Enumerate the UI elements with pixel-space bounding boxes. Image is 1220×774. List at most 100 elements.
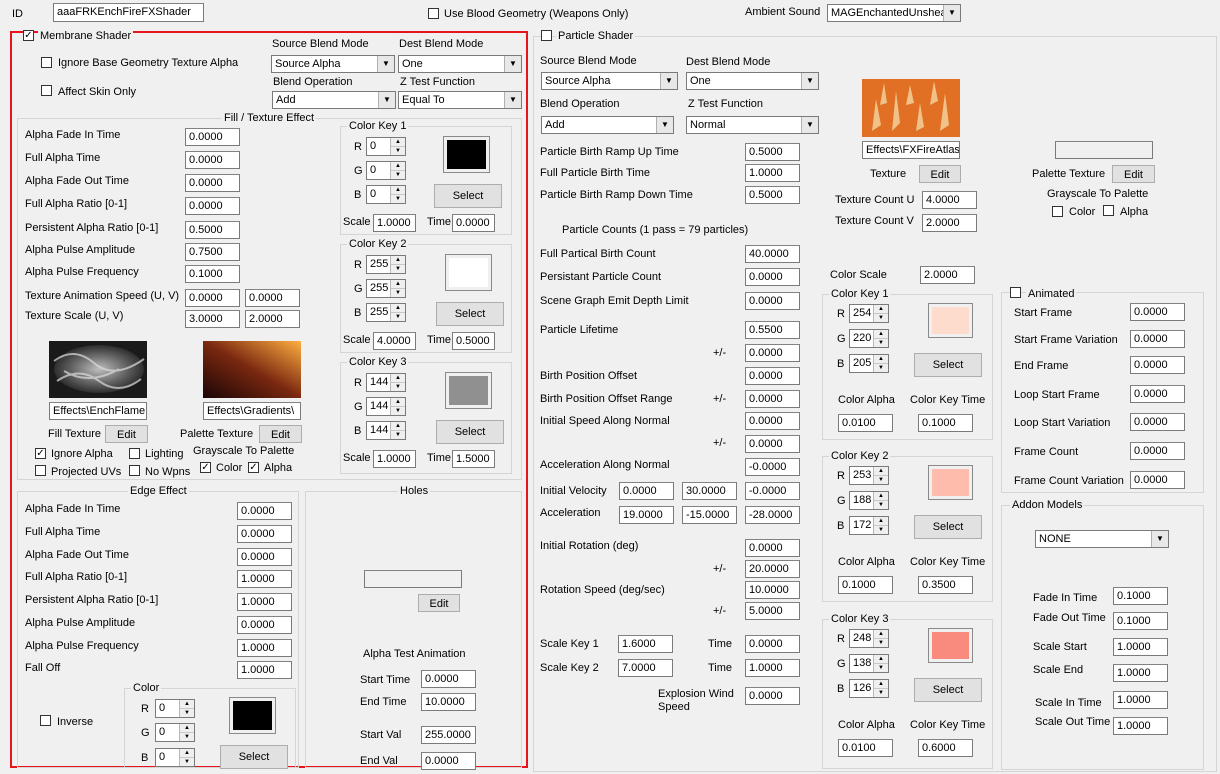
membrane-color-swatch[interactable] (443, 136, 490, 173)
edge-b-spinner[interactable]: 0 ▲ ▼ (155, 748, 195, 767)
addon-row-input[interactable]: 1.0000 (1113, 717, 1168, 735)
membrane-key-r-spinner-arrows[interactable]: ▲ ▼ (390, 256, 405, 273)
membrane-key-time-input[interactable]: 0.5000 (452, 332, 495, 350)
spin-down-icon[interactable]: ▼ (391, 264, 405, 273)
init-speed-input[interactable]: 0.0000 (745, 412, 800, 430)
particle-color-swatch[interactable] (928, 303, 973, 338)
fill-row-input[interactable]: 0.0000 (185, 128, 240, 146)
spin-down-icon[interactable]: ▼ (874, 525, 888, 534)
spin-down-icon[interactable]: ▼ (391, 312, 405, 321)
rotation-speed-input[interactable]: 10.0000 (745, 581, 800, 599)
membrane-key-g-spinner-arrows[interactable]: ▲ ▼ (390, 398, 405, 415)
spin-up-icon[interactable]: ▲ (874, 305, 888, 313)
membrane-key-g-spinner-arrows[interactable]: ▲ ▼ (390, 280, 405, 297)
spin-down-icon[interactable]: ▼ (874, 638, 888, 647)
spin-down-icon[interactable]: ▼ (391, 194, 405, 203)
no-wpns-checkbox[interactable] (129, 465, 140, 476)
fill-texture-edit-button[interactable]: Edit (105, 425, 148, 443)
membrane-key-g-spinner[interactable]: 255 ▲ ▼ (366, 279, 406, 298)
particle-key-r-spinner[interactable]: 253 ▲ ▼ (849, 466, 889, 485)
spin-up-icon[interactable]: ▲ (874, 355, 888, 363)
particle-key-r-spinner[interactable]: 248 ▲ ▼ (849, 629, 889, 648)
membrane-key-scale-input[interactable]: 4.0000 (373, 332, 416, 350)
edge-row-input[interactable]: 1.0000 (237, 661, 292, 679)
membrane-color-select-button[interactable]: Select (434, 184, 502, 208)
count-row-input[interactable]: 0.5500 (745, 321, 800, 339)
spin-up-icon[interactable]: ▲ (874, 492, 888, 500)
addon-row-input[interactable]: 1.0000 (1113, 638, 1168, 656)
holes-start-val-input[interactable]: 255.0000 (421, 726, 476, 744)
id-input[interactable]: aaaFRKEnchFireFXShader (53, 3, 204, 22)
particle-key-b-spinner[interactable]: 205 ▲ ▼ (849, 354, 889, 373)
palette-texture-edit-button[interactable]: Edit (259, 425, 302, 443)
particle-texture-edit-button[interactable]: Edit (919, 165, 961, 183)
spin-up-icon[interactable]: ▲ (391, 304, 405, 312)
membrane-key-scale-input[interactable]: 1.0000 (373, 214, 416, 232)
p-grayscale-color-checkbox[interactable] (1052, 206, 1063, 217)
birth-row-input[interactable]: 0.5000 (745, 186, 800, 204)
fill-row-input[interactable]: 0.1000 (185, 265, 240, 283)
p-blend-op-select[interactable]: Add ▼ (541, 116, 674, 134)
count-row-input[interactable]: 0.0000 (745, 292, 800, 310)
p-palette-texture-edit-button[interactable]: Edit (1112, 165, 1155, 183)
color-scale-input[interactable]: 2.0000 (920, 266, 975, 284)
spin-up-icon[interactable]: ▲ (391, 138, 405, 146)
fill-row-input[interactable]: 0.7500 (185, 243, 240, 261)
accel-z-input[interactable]: -28.0000 (745, 506, 800, 524)
grayscale-color-checkbox[interactable]: ✓ (200, 462, 211, 473)
spin-up-icon[interactable]: ▲ (874, 330, 888, 338)
holes-start-time-input[interactable]: 0.0000 (421, 670, 476, 688)
spin-down-icon[interactable]: ▼ (874, 475, 888, 484)
addon-row-input[interactable]: 1.0000 (1113, 691, 1168, 709)
anim-speed-u-input[interactable]: 0.0000 (185, 289, 240, 307)
membrane-key-r-spinner-arrows[interactable]: ▲ ▼ (390, 138, 405, 155)
particle-shader-checkbox[interactable] (541, 30, 552, 41)
spin-down-icon[interactable]: ▼ (874, 363, 888, 372)
animated-row-input[interactable]: 0.0000 (1130, 413, 1185, 431)
init-rotation-pm-input[interactable]: 20.0000 (745, 560, 800, 578)
inverse-checkbox[interactable] (40, 715, 51, 726)
accel-normal-input[interactable]: -0.0000 (745, 458, 800, 476)
holes-edit-button[interactable]: Edit (418, 594, 460, 612)
birth-row-input[interactable]: 0.5000 (745, 143, 800, 161)
particle-key-g-spinner[interactable]: 220 ▲ ▼ (849, 329, 889, 348)
membrane-key-r-spinner-arrows[interactable]: ▲ ▼ (390, 374, 405, 391)
animated-row-input[interactable]: 0.0000 (1130, 330, 1185, 348)
spin-up-icon[interactable]: ▲ (874, 655, 888, 663)
animated-row-input[interactable]: 0.0000 (1130, 385, 1185, 403)
count-row-input[interactable]: 0.0000 (745, 268, 800, 286)
p-src-blend-select[interactable]: Source Alpha ▼ (541, 72, 678, 90)
particle-key-b-spinner-arrows[interactable]: ▲ ▼ (873, 517, 888, 534)
init-velocity-y-input[interactable]: 30.0000 (682, 482, 737, 500)
accel-y-input[interactable]: -15.0000 (682, 506, 737, 524)
edge-row-input[interactable]: 1.0000 (237, 639, 292, 657)
ignore-base-alpha-checkbox[interactable] (41, 57, 52, 68)
membrane-color-select-button[interactable]: Select (436, 302, 504, 326)
membrane-key-g-spinner[interactable]: 144 ▲ ▼ (366, 397, 406, 416)
spin-up-icon[interactable]: ▲ (391, 186, 405, 194)
spin-down-icon[interactable]: ▼ (874, 338, 888, 347)
edge-color-swatch[interactable] (229, 697, 276, 734)
particle-color-select-button[interactable]: Select (914, 678, 982, 702)
tex-count-u-input[interactable]: 4.0000 (922, 191, 977, 209)
p-grayscale-alpha-checkbox[interactable] (1103, 205, 1114, 216)
explosion-wind-input[interactable]: 0.0000 (745, 687, 800, 705)
edge-row-input[interactable]: 0.0000 (237, 525, 292, 543)
lighting-checkbox[interactable] (129, 448, 140, 459)
animated-checkbox[interactable] (1010, 287, 1021, 298)
init-velocity-x-input[interactable]: 0.0000 (619, 482, 674, 500)
particle-color-select-button[interactable]: Select (914, 353, 982, 377)
membrane-key-r-spinner[interactable]: 144 ▲ ▼ (366, 373, 406, 392)
p-ztest-select[interactable]: Normal ▼ (686, 116, 819, 134)
animated-row-input[interactable]: 0.0000 (1130, 303, 1185, 321)
membrane-key-b-spinner-arrows[interactable]: ▲ ▼ (390, 422, 405, 439)
lifetime-pm-input[interactable]: 0.0000 (745, 344, 800, 362)
spin-up-icon[interactable]: ▲ (391, 256, 405, 264)
edge-g-spinner[interactable]: 0 ▲ ▼ (155, 723, 195, 742)
membrane-key-g-spinner[interactable]: 0 ▲ ▼ (366, 161, 406, 180)
addon-model-select[interactable]: NONE ▼ (1035, 530, 1169, 548)
membrane-key-r-spinner[interactable]: 0 ▲ ▼ (366, 137, 406, 156)
particle-key-b-spinner-arrows[interactable]: ▲ ▼ (873, 680, 888, 697)
particle-key-b-spinner[interactable]: 126 ▲ ▼ (849, 679, 889, 698)
rotation-speed-pm-input[interactable]: 5.0000 (745, 602, 800, 620)
